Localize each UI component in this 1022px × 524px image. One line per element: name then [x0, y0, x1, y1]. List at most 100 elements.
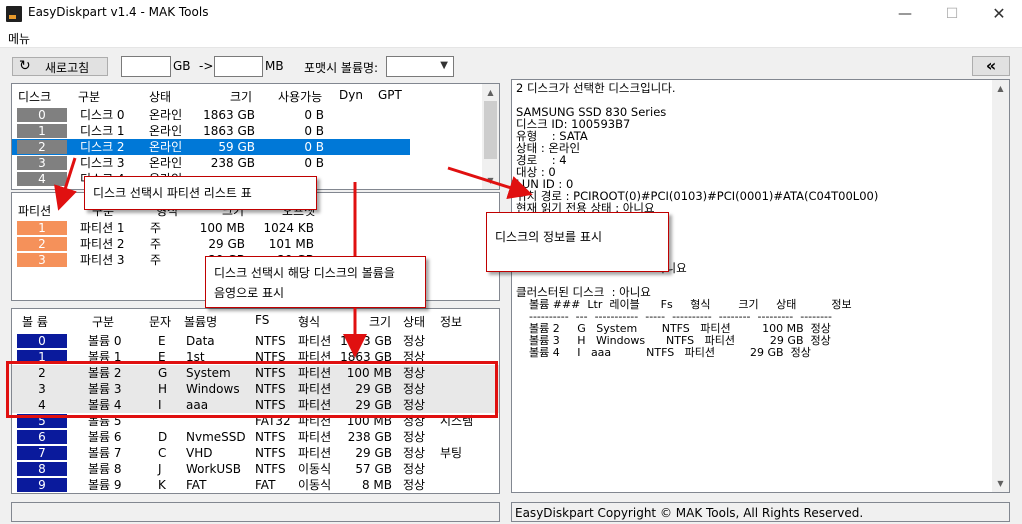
col-header-info[interactable]: 정보 — [440, 313, 462, 330]
disk-name: 디스크 1 — [80, 124, 125, 138]
partition-size: 100 MB — [199, 221, 245, 235]
info-panel-scrollbar[interactable]: ▲ ▼ — [992, 80, 1009, 492]
volume-row[interactable]: 9 볼륨 9 K FAT FAT 이동식 8 MB 정상 — [12, 477, 499, 493]
disk-status: 온라인 — [149, 156, 183, 170]
volume-list-header: 볼 륨 구분 문자 볼륨명 FS 형식 크기 상태 정보 — [12, 309, 499, 331]
partition-list-callout: 디스크 선택시 파티션 리스트 표 — [84, 176, 317, 210]
volume-row[interactable]: 7 볼륨 7 C VHD NTFS 파티션 29 GB 정상 부팅 — [12, 445, 499, 461]
disk-row[interactable]: 2 디스크 2 온라인 59 GB 0 B — [12, 139, 410, 155]
partition-offset: 101 MB — [268, 237, 314, 251]
window-title: EasyDiskpart v1.4 - MAK Tools — [28, 5, 209, 19]
volume-type: 이동식 — [298, 478, 332, 492]
col-header-label[interactable]: 볼륨명 — [184, 313, 217, 330]
col-header-name[interactable]: 구분 — [92, 313, 114, 330]
partition-number: 3 — [17, 253, 67, 267]
partition-row[interactable]: 1 파티션 1 주 100 MB 1024 KB — [12, 220, 499, 236]
format-volume-name-select[interactable]: ▼ — [386, 56, 454, 77]
scroll-thumb[interactable] — [484, 101, 497, 159]
volume-name: 볼륨 9 — [88, 478, 122, 492]
disk-name: 디스크 3 — [80, 156, 125, 170]
refresh-button[interactable]: ↻ 새로고침 — [12, 57, 108, 76]
disk-free: 0 B — [304, 124, 324, 138]
convert-arrow-label: -> — [199, 59, 214, 73]
gb-size-input[interactable] — [121, 56, 171, 77]
col-header-partition[interactable]: 파티션 — [18, 202, 51, 219]
disk-number: 0 — [17, 108, 67, 122]
partition-row[interactable]: 2 파티션 2 주 29 GB 101 MB — [12, 236, 499, 252]
menu-item-menu[interactable]: 메뉴 — [8, 30, 30, 47]
info-line: 경로 : 4 — [516, 153, 567, 167]
col-header-status[interactable]: 상태 — [149, 88, 171, 105]
partition-callout-text: 디스크 선택시 파티션 리스트 표 — [93, 186, 252, 200]
format-volume-name-label: 포맷시 볼륨명: — [304, 61, 379, 75]
volume-size: 1863 GB — [340, 334, 392, 348]
volume-fs: NTFS — [255, 430, 286, 444]
disk-info-panel[interactable]: 2 디스크가 선택한 디스크입니다. SAMSUNG SSD 830 Series… — [511, 79, 1010, 493]
volume-name: 볼륨 8 — [88, 462, 122, 476]
col-header-size[interactable]: 크기 — [230, 88, 252, 105]
maximize-button[interactable]: ☐ — [929, 0, 975, 28]
gb-unit-label: GB — [173, 59, 191, 73]
col-header-dyn[interactable]: Dyn — [339, 88, 363, 102]
scroll-up-icon[interactable]: ▲ — [992, 80, 1009, 97]
volume-row[interactable]: 8 볼륨 8 J WorkUSB NTFS 이동식 57 GB 정상 — [12, 461, 499, 477]
volume-fs: NTFS — [255, 446, 286, 460]
volume-status: 정상 — [403, 478, 426, 492]
volume-label: WorkUSB — [186, 462, 242, 476]
volume-row[interactable]: 0 볼륨 0 E Data NTFS 파티션 1863 GB 정상 — [12, 333, 499, 349]
volume-fs: FAT — [255, 478, 276, 492]
disk-row[interactable]: 3 디스크 3 온라인 238 GB 0 B — [12, 155, 410, 171]
partition-offset: 1024 KB — [263, 221, 314, 235]
scroll-down-icon[interactable]: ▼ — [992, 475, 1009, 492]
disk-list: 디스크 구분 상태 크기 사용가능 Dyn GPT 0 디스크 0 온라인 1863 … — [11, 83, 500, 190]
volume-size: 238 GB — [347, 430, 392, 444]
volume-label: Data — [186, 334, 215, 348]
partition-type: 주 — [150, 221, 162, 235]
col-header-letter[interactable]: 문자 — [149, 313, 171, 330]
volume-status: 정상 — [403, 430, 426, 444]
volume-status: 정상 — [403, 446, 426, 460]
col-header-disk[interactable]: 디스크 — [18, 88, 51, 105]
disk-row[interactable]: 0 디스크 0 온라인 1863 GB 0 B — [12, 107, 410, 123]
col-header-name[interactable]: 구분 — [78, 88, 100, 105]
disk-number: 3 — [17, 156, 67, 170]
close-button[interactable]: ✕ — [976, 0, 1022, 28]
scroll-down-icon[interactable]: ▼ — [482, 172, 499, 189]
col-header-volume[interactable]: 볼 륨 — [22, 313, 48, 330]
col-header-type[interactable]: 형식 — [298, 313, 320, 330]
disk-number: 2 — [17, 140, 67, 154]
volume-name: 볼륨 0 — [88, 334, 122, 348]
partition-type: 주 — [150, 253, 162, 267]
volume-type: 파티션 — [298, 334, 332, 348]
col-header-size[interactable]: 크기 — [369, 313, 391, 330]
disk-row[interactable]: 1 디스크 1 온라인 1863 GB 0 B — [12, 123, 410, 139]
volume-letter: E — [158, 334, 166, 348]
volume-summary-line: 볼륨 4 I aaa NTFS 파티션 29 GB 정상 — [522, 346, 811, 359]
col-header-status[interactable]: 상태 — [403, 313, 425, 330]
partition-name: 파티션 3 — [80, 253, 125, 267]
col-header-free[interactable]: 사용가능 — [278, 88, 322, 105]
volume-type: 파티션 — [298, 430, 332, 444]
disk-list-scrollbar[interactable]: ▲ ▼ — [482, 84, 499, 189]
refresh-button-label: 새로고침 — [45, 61, 90, 75]
info-line: 2 디스크가 선택한 디스크입니다. — [516, 81, 676, 95]
volume-label: FAT — [186, 478, 207, 492]
disk-free: 0 B — [304, 156, 324, 170]
minimize-button[interactable]: — — [882, 0, 928, 28]
disk-info-callout: 디스크의 정보를 표시 — [486, 212, 669, 272]
col-header-fs[interactable]: FS — [255, 313, 269, 327]
disk-size: 238 GB — [210, 156, 255, 170]
volume-size: 29 GB — [355, 446, 392, 460]
disk-status: 온라인 — [149, 124, 183, 138]
mb-size-input[interactable] — [214, 56, 263, 77]
partition-name: 파티션 2 — [80, 237, 125, 251]
disk-free: 0 B — [304, 140, 324, 154]
volume-row[interactable]: 6 볼륨 6 D NvmeSSD NTFS 파티션 238 GB 정상 — [12, 429, 499, 445]
menu-bar: 메뉴 — [0, 28, 1022, 48]
volume-label: VHD — [186, 446, 213, 460]
collapse-panel-button[interactable]: « — [972, 56, 1010, 76]
scroll-up-icon[interactable]: ▲ — [482, 84, 499, 101]
volume-callout-line2: 음영으로 표시 — [214, 286, 285, 300]
col-header-gpt[interactable]: GPT — [378, 88, 402, 102]
status-bar-left — [11, 502, 500, 522]
